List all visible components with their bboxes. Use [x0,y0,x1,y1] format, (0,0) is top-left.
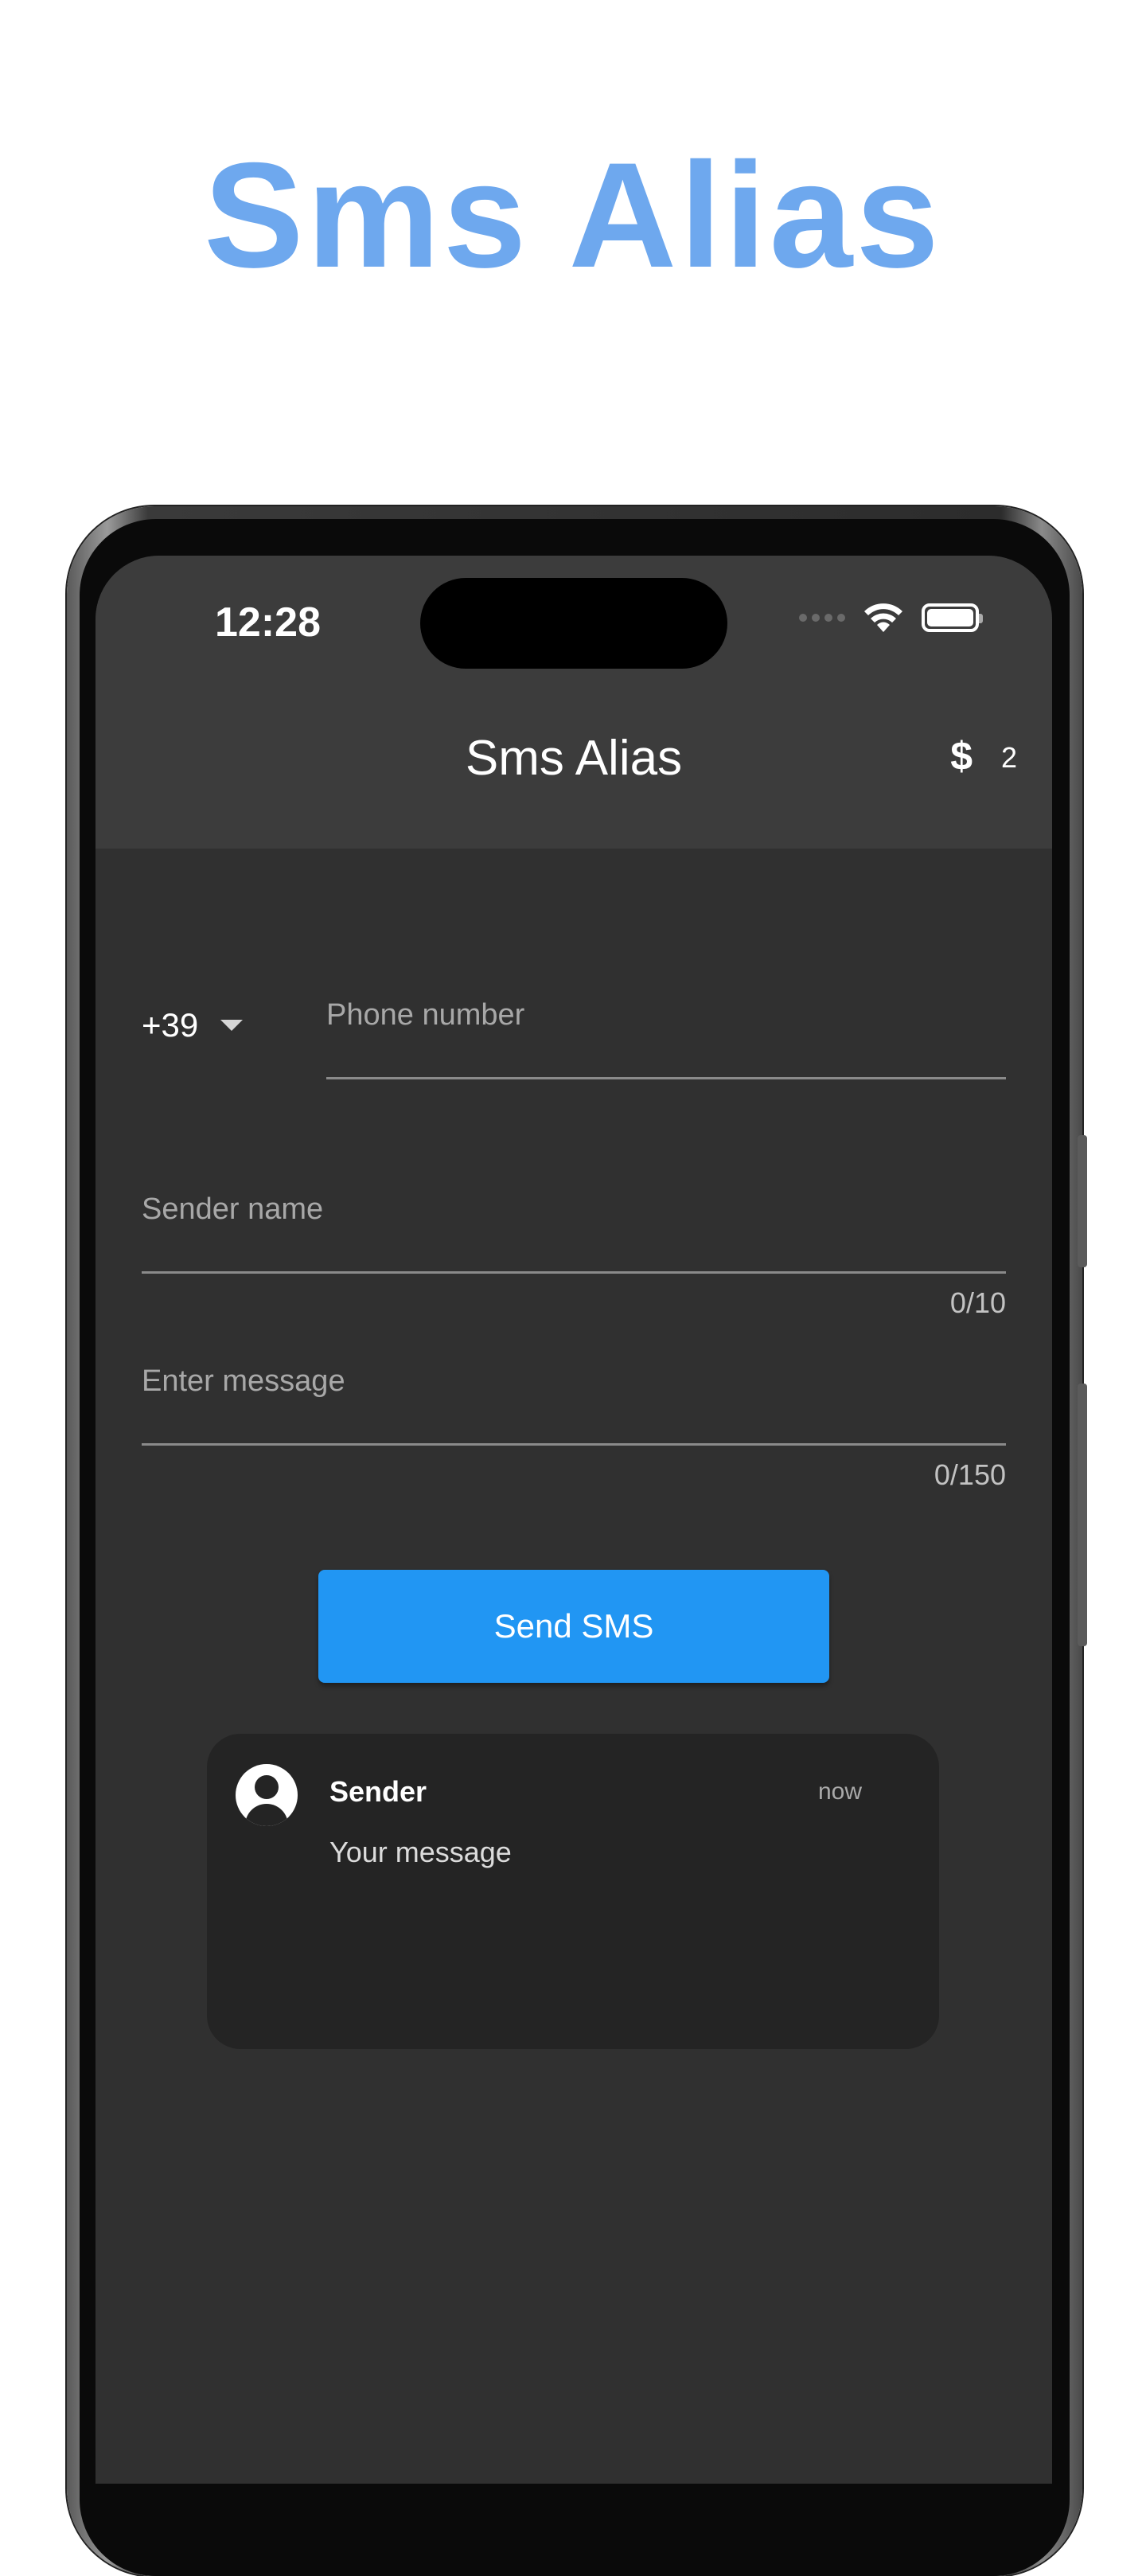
wifi-icon [864,603,902,632]
app-screen: 12:28 Sms Alias $ 2 +39 Phone number Sen… [96,556,1052,2484]
dollar-icon[interactable]: $ [950,732,973,780]
phone-side-button [1078,1384,1087,1646]
preview-sender: Sender [329,1775,427,1808]
country-code-dropdown[interactable]: +39 [142,1006,244,1044]
signal-icon [799,614,845,622]
battery-icon [922,603,983,632]
message-placeholder: Enter message [142,1364,345,1398]
status-icons [799,602,983,634]
sms-preview-card: Sender now Your message [207,1734,939,2049]
phone-number-placeholder: Phone number [326,998,525,1032]
status-time: 12:28 [215,599,321,646]
sender-name-placeholder: Sender name [142,1192,324,1226]
message-counter: 0/150 [934,1458,1006,1491]
chevron-down-icon [220,1020,244,1031]
app-bar: 12:28 Sms Alias $ 2 [96,556,1052,849]
send-sms-button[interactable]: Send SMS [318,1570,829,1683]
hero-title: Sms Alias [204,131,942,299]
phone-number-input[interactable]: Phone number [326,998,1006,1079]
country-code-value: +39 [142,1006,199,1044]
sender-name-input[interactable]: Sender name [142,1192,1006,1274]
phone-side-button [1078,1135,1087,1267]
sender-name-counter: 0/10 [949,1286,1006,1319]
message-input[interactable]: Enter message [142,1364,1006,1446]
preview-time: now [818,1778,863,1805]
dynamic-island [420,578,727,669]
credits-count: 2 [1000,741,1017,774]
preview-message: Your message [329,1836,512,1868]
app-title: Sms Alias [465,731,683,786]
avatar-icon [236,1764,298,1826]
